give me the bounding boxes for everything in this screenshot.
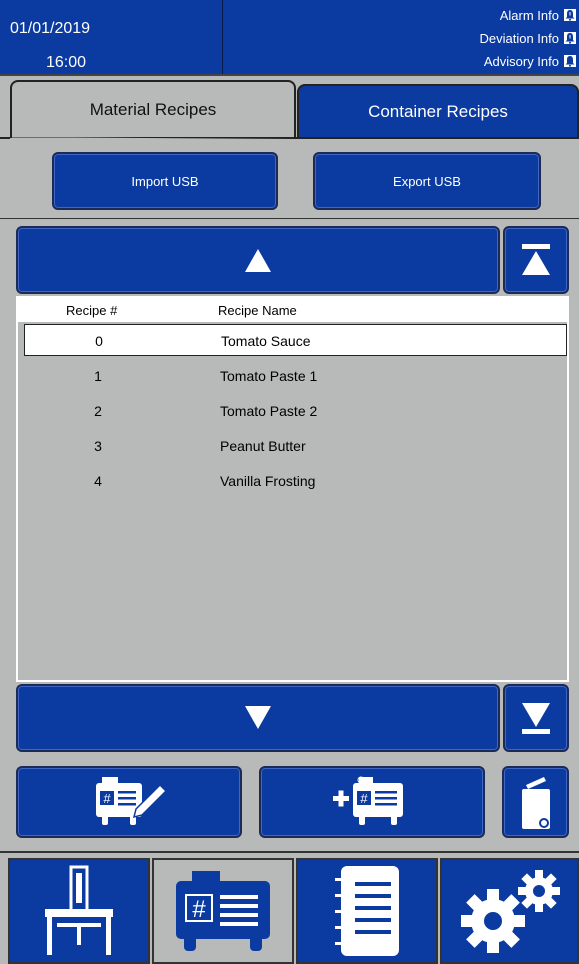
recipe-number: 3 <box>94 438 102 454</box>
recipe-number: 1 <box>94 368 102 384</box>
deviation-info[interactable]: Deviation Info <box>479 29 577 47</box>
recipe-list: Recipe # Recipe Name 0 Tomato Sauce 1 To… <box>16 296 569 682</box>
skip-to-bottom-icon <box>522 703 550 734</box>
separator <box>0 851 579 853</box>
bell-icon <box>563 31 577 45</box>
gears-icon <box>460 870 560 953</box>
tab-material-recipes[interactable]: Material Recipes <box>10 80 296 138</box>
time-label: 16:00 <box>46 54 87 71</box>
bell-icon <box>563 54 577 68</box>
bell-icon <box>563 8 577 22</box>
table-row[interactable]: 2 Tomato Paste 2 <box>24 395 567 427</box>
table-row[interactable]: 3 Peanut Butter <box>24 430 567 462</box>
add-recipe-icon: # <box>333 776 403 825</box>
recipe-number: 2 <box>94 403 102 419</box>
separator <box>0 218 579 219</box>
nav-logbook[interactable] <box>296 858 438 964</box>
scroll-top-button[interactable] <box>503 226 569 294</box>
alarm-info-label: Alarm Info <box>499 7 559 23</box>
table-row[interactable]: 4 Vanilla Frosting <box>24 465 567 497</box>
recipe-name: Tomato Paste 2 <box>220 403 318 419</box>
alarm-info[interactable]: Alarm Info <box>500 6 577 24</box>
recipe-name: Peanut Butter <box>220 438 306 454</box>
add-recipe-button[interactable]: # <box>259 766 485 838</box>
advisory-info-label: Advisory Info <box>483 53 559 69</box>
recipe-name: Vanilla Frosting <box>220 473 316 489</box>
scroll-down-button[interactable] <box>16 684 500 752</box>
machine-icon <box>45 865 113 955</box>
list-header: Recipe # Recipe Name <box>18 298 567 322</box>
deviation-info-label: Deviation Info <box>479 30 560 46</box>
recipe-name: Tomato Paste 1 <box>220 368 318 384</box>
recipe-number: 4 <box>94 473 102 489</box>
recipe-number: 0 <box>95 333 103 349</box>
scroll-up-button[interactable] <box>16 226 500 294</box>
recipe-name: Tomato Sauce <box>221 333 311 349</box>
edit-recipe-button[interactable]: # <box>16 766 242 838</box>
svg-text:#: # <box>360 791 368 806</box>
svg-text:#: # <box>103 791 111 806</box>
advisory-info[interactable]: Advisory Info <box>484 52 577 70</box>
recipe-card-icon: # <box>176 871 270 951</box>
skip-to-top-icon <box>522 244 550 275</box>
nav-settings[interactable] <box>440 858 579 964</box>
export-usb-button[interactable]: Export USB <box>313 152 541 210</box>
edit-recipe-icon: # <box>96 777 168 825</box>
table-row[interactable]: 1 Tomato Paste 1 <box>24 360 567 392</box>
trash-icon <box>521 777 550 829</box>
column-recipe-number: Recipe # <box>66 303 118 318</box>
import-usb-button[interactable]: Import USB <box>52 152 278 210</box>
info-panel: Alarm Info Deviation Info Advisory Info <box>223 0 579 74</box>
status-header: 01/01/2019 16:00 Alarm Info Deviation In… <box>0 0 579 76</box>
notebook-icon <box>335 866 399 956</box>
nav-machine[interactable] <box>8 858 150 964</box>
scroll-bottom-button[interactable] <box>503 684 569 752</box>
column-recipe-name: Recipe Name <box>218 303 297 318</box>
nav-recipes[interactable]: # <box>152 858 294 964</box>
svg-text:#: # <box>192 896 206 923</box>
delete-recipe-button[interactable] <box>502 766 569 838</box>
tab-container-recipes[interactable]: Container Recipes <box>297 84 579 138</box>
table-row[interactable]: 0 Tomato Sauce <box>24 324 567 356</box>
tab-divider <box>0 137 579 139</box>
triangle-up-icon <box>245 249 271 272</box>
date-label: 01/01/2019 <box>10 20 91 37</box>
triangle-down-icon <box>245 706 271 729</box>
datetime-panel: 01/01/2019 16:00 <box>0 0 223 74</box>
